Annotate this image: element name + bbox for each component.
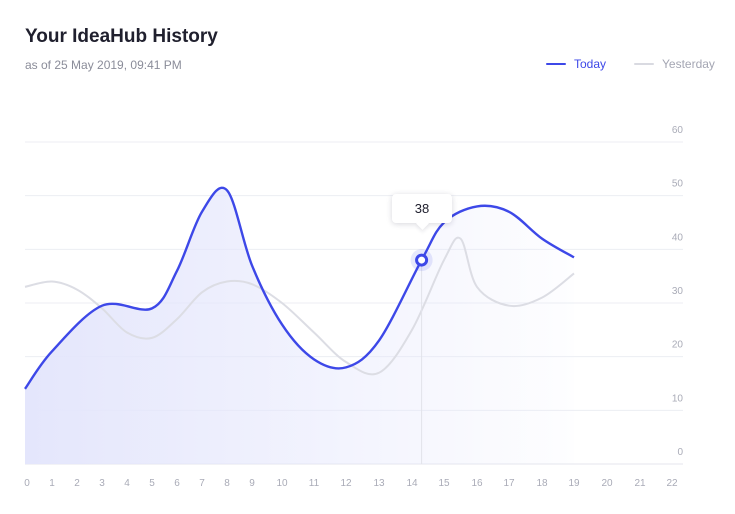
- x-tick-label: 15: [438, 478, 450, 489]
- x-tick-label: 14: [406, 478, 418, 489]
- today-area: [25, 187, 574, 464]
- line-chart: 01020304050600 1 2 3 4 5 6 7 8 9 10 11 12 13 14 15 16 17 1…: [24, 125, 684, 489]
- x-tick-label: 0: [24, 478, 30, 489]
- x-tick-label: 18: [536, 478, 548, 489]
- x-tick-label: 11: [309, 478, 320, 489]
- x-tick-label: 2: [74, 478, 80, 489]
- x-tick-label: 6: [174, 478, 180, 489]
- y-tick-label: 20: [672, 340, 684, 351]
- x-tick-label: 22: [666, 478, 678, 489]
- y-tick-label: 50: [672, 179, 684, 190]
- x-tick-label: 8: [224, 478, 230, 489]
- x-tick-label: 1: [49, 478, 55, 489]
- highlight-point: [415, 253, 429, 267]
- x-tick-label: 12: [340, 478, 352, 489]
- x-tick-label: 21: [634, 478, 646, 489]
- x-tick-label: 19: [568, 478, 580, 489]
- y-tick-label: 10: [672, 393, 684, 404]
- y-tick-label: 30: [672, 286, 684, 297]
- x-tick-label: 13: [373, 478, 385, 489]
- x-tick-label: 17: [503, 478, 515, 489]
- y-tick-label: 40: [672, 232, 684, 243]
- x-tick-label: 16: [471, 478, 483, 489]
- x-tick-label: 4: [124, 478, 130, 489]
- x-tick-label: 9: [249, 478, 255, 489]
- value-tooltip: 38: [392, 194, 452, 223]
- y-tick-label: 0: [677, 447, 683, 458]
- x-tick-label: 3: [99, 478, 105, 489]
- x-tick-label: 10: [276, 478, 288, 489]
- x-tick-label: 5: [149, 478, 155, 489]
- y-tick-label: 60: [672, 125, 684, 136]
- x-tick-label: 20: [601, 478, 613, 489]
- x-tick-label: 7: [199, 478, 205, 489]
